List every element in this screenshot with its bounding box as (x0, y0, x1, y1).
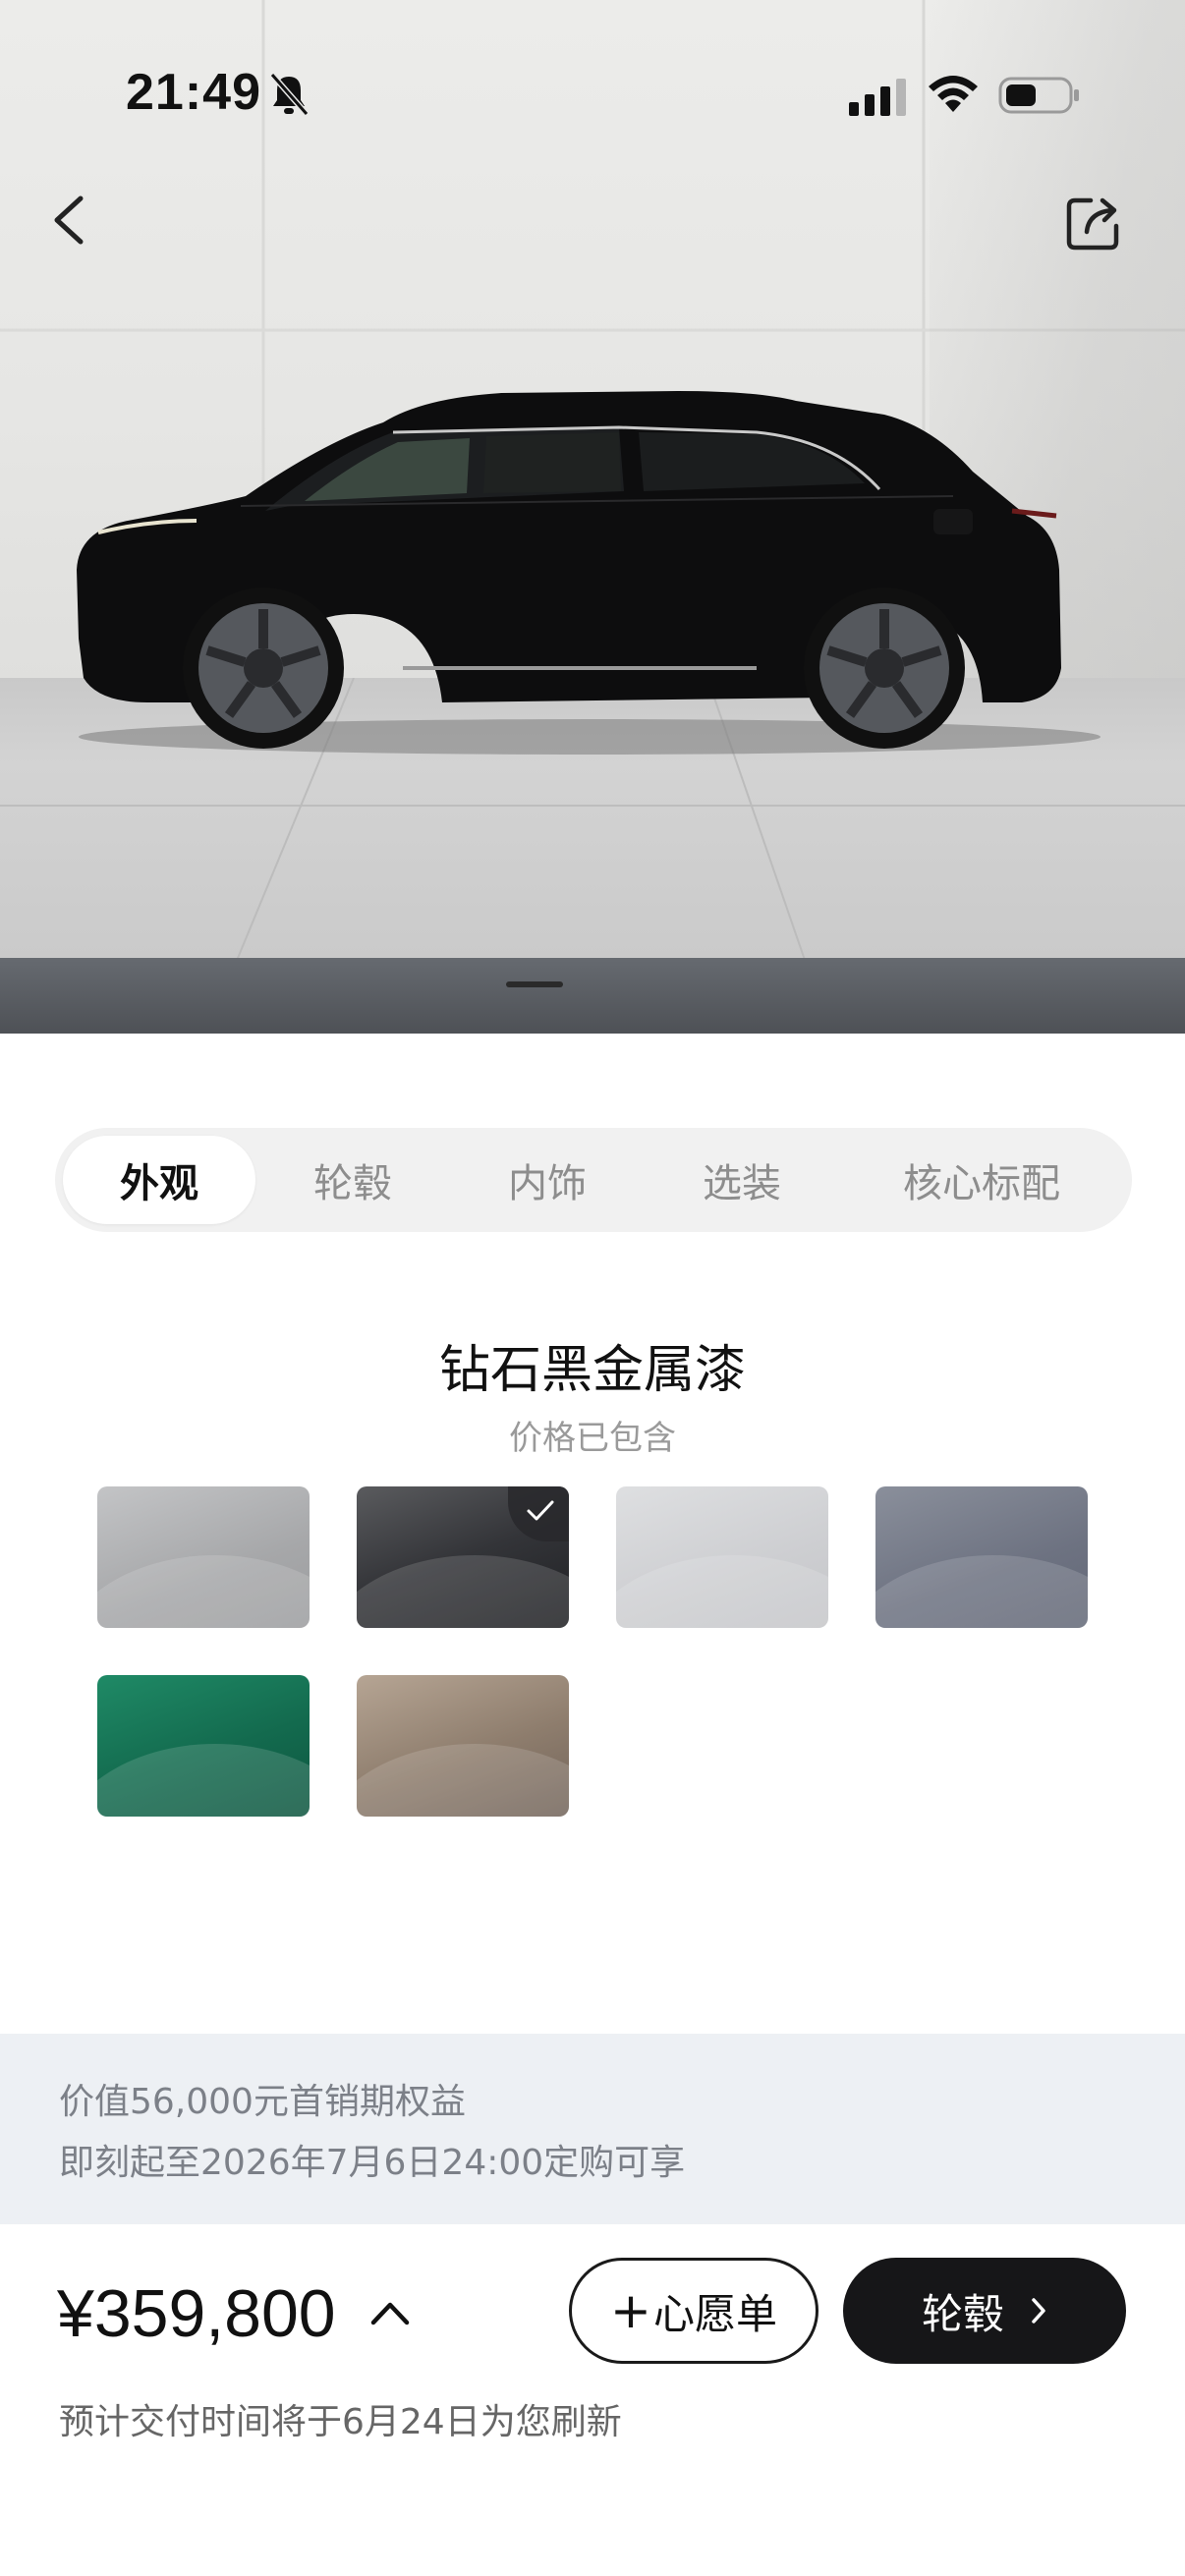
next-step-button[interactable]: 轮毂 (843, 2258, 1126, 2364)
chevron-up-icon[interactable] (367, 2293, 413, 2332)
cellular-signal-icon (849, 79, 906, 116)
color-swatch-green[interactable] (97, 1675, 310, 1817)
total-price: ¥359,800 (57, 2276, 336, 2351)
floor-foreground (0, 958, 1185, 1034)
tab-wheels[interactable]: 轮毂 (255, 1136, 450, 1224)
checkmark-icon (527, 1500, 554, 1521)
bell-slash-icon (269, 73, 310, 116)
promo-deadline-text: 即刻起至2026年7月6日24:00定购可享 (59, 2143, 686, 2183)
chevron-right-icon (1032, 2298, 1045, 2324)
next-step-label: 轮毂 (921, 2289, 1004, 2338)
selected-color-name: 钻石黑金属漆 (438, 1341, 746, 1400)
wishlist-button[interactable]: + 心愿单 (569, 2258, 818, 2364)
car-image (77, 391, 1100, 755)
status-bar: 21:49 (0, 0, 1185, 187)
tab-options[interactable]: 选装 (645, 1136, 839, 1224)
color-swatch-blue-grey[interactable] (875, 1486, 1088, 1628)
tab-exterior[interactable]: 外观 (63, 1136, 255, 1224)
image-page-indicator (506, 981, 563, 987)
back-button[interactable] (43, 185, 102, 255)
promo-banner: 价值56,000元首销期权益 即刻起至2026年7月6日24:00定购可享 (0, 2034, 1185, 2224)
color-swatch-silver[interactable] (97, 1486, 310, 1628)
share-icon[interactable] (1061, 189, 1128, 255)
tab-core-features[interactable]: 核心标配 (839, 1136, 1124, 1224)
delivery-time-note: 预计交付时间将于6月24日为您刷新 (59, 2402, 622, 2442)
selected-badge (508, 1486, 569, 1541)
color-swatch-champagne[interactable] (357, 1675, 569, 1817)
tab-interior[interactable]: 内饰 (450, 1136, 645, 1224)
color-swatch-light-grey[interactable] (616, 1486, 828, 1628)
color-swatch-diamond-black[interactable] (357, 1486, 569, 1628)
promo-benefit-text: 价值56,000元首销期权益 (59, 2082, 466, 2122)
wifi-icon (929, 76, 978, 112)
status-time: 21:49 (126, 64, 261, 121)
wishlist-label: 心愿单 (652, 2289, 777, 2338)
price-included-note: 价格已包含 (509, 1419, 676, 1458)
battery-icon (998, 77, 1079, 114)
config-tabs: 外观 轮毂 内饰 选装 核心标配 (55, 1128, 1132, 1232)
plus-icon: + (610, 2282, 651, 2339)
